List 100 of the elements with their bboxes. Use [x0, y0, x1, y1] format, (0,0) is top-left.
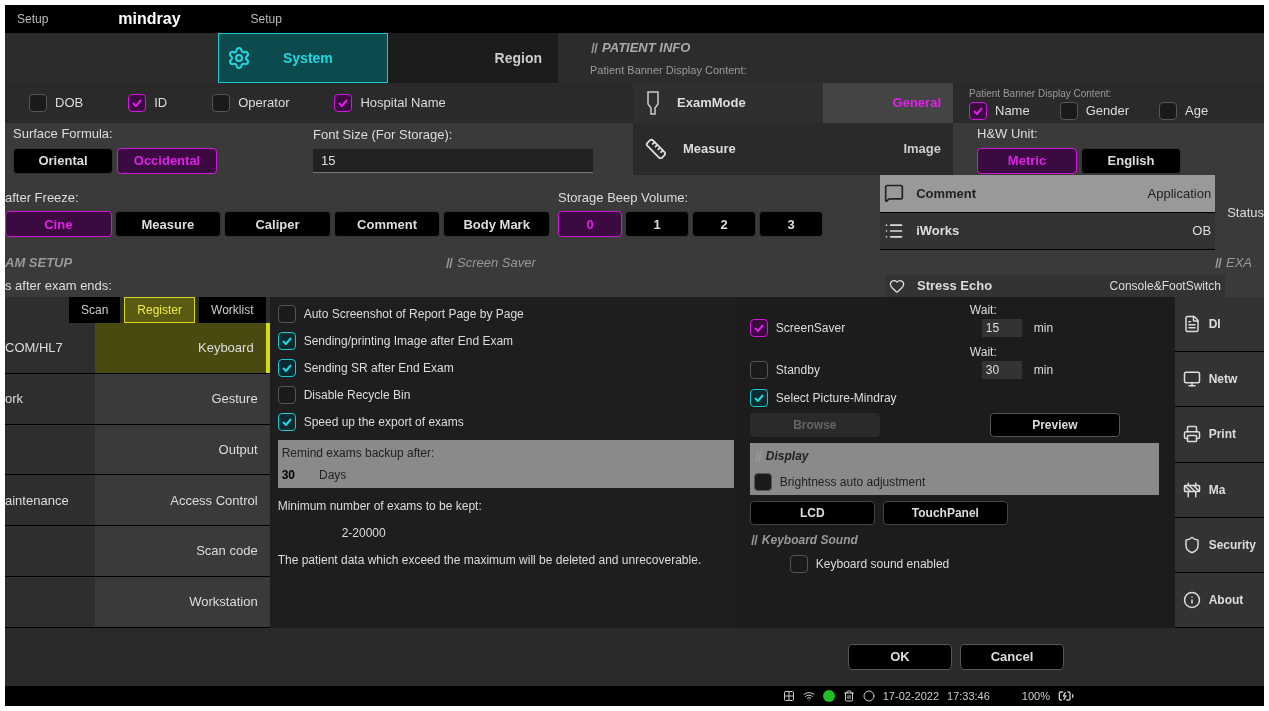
- field-label: Minimum number of exams to be kept:: [277, 498, 483, 515]
- option-button[interactable]: 0: [558, 211, 622, 238]
- heart-icon: [889, 278, 905, 294]
- option-button[interactable]: Cine: [5, 211, 112, 238]
- checkbox[interactable]: [277, 386, 296, 404]
- field-label: s after exam ends:: [5, 277, 113, 296]
- checkbox[interactable]: [1159, 101, 1178, 120]
- sub-tab[interactable]: Register: [124, 297, 196, 323]
- logo: mindray: [118, 9, 181, 29]
- nav-item[interactable]: Keyboard: [95, 323, 270, 373]
- nav-item[interactable]: DI: [1174, 297, 1264, 353]
- number-field[interactable]: 30: [981, 361, 1022, 379]
- printer-icon: [1182, 425, 1201, 444]
- option-button[interactable]: 2: [692, 211, 756, 238]
- field-label: Storage Beep Volume:: [558, 188, 690, 207]
- nav-item[interactable]: Netw: [1174, 352, 1264, 408]
- display-button[interactable]: TouchPanel: [882, 501, 1008, 525]
- top-tab[interactable]: Region: [388, 33, 558, 83]
- option-label: Auto Screenshot of Report Page by Page: [303, 306, 524, 323]
- checkmark-icon: [280, 362, 293, 374]
- option-label: Brightness auto adjustment: [779, 474, 926, 491]
- option-label: Keyboard sound enabled: [815, 556, 950, 573]
- option-label: ID: [154, 94, 168, 113]
- section-heading: Keyboard Sound: [761, 532, 858, 549]
- nav-item[interactable]: Scan code: [95, 526, 270, 577]
- checkbox[interactable]: [277, 359, 296, 377]
- nav-item[interactable]: Print: [1174, 407, 1264, 463]
- nav-item[interactable]: Output: [95, 424, 270, 475]
- option-button[interactable]: Measure: [114, 211, 222, 238]
- checkbox[interactable]: [334, 94, 353, 112]
- checkbox[interactable]: [753, 473, 772, 491]
- footer-button[interactable]: OK: [848, 644, 952, 670]
- option-button[interactable]: Metric: [977, 147, 1077, 174]
- monitor-icon: [1182, 370, 1201, 389]
- field-label: Wait:: [968, 302, 998, 319]
- section-mark-icon: [590, 41, 598, 54]
- option-label: Age: [1185, 101, 1209, 120]
- field-value: 2-20000: [340, 525, 387, 542]
- nav-item[interactable]: Access Control: [95, 475, 270, 526]
- option-button[interactable]: Caliper: [224, 211, 331, 238]
- field-label: Status: [1226, 203, 1264, 222]
- field-label: after Freeze:: [5, 188, 80, 207]
- option-button[interactable]: English: [1081, 147, 1181, 174]
- option-button[interactable]: 1: [625, 211, 689, 238]
- checkbox[interactable]: [969, 101, 987, 120]
- menu-item[interactable]: Stress Echo Console&FootSwitch: [885, 275, 1225, 297]
- sub-tab[interactable]: Scan: [69, 297, 121, 323]
- menu-item[interactable]: iWorks OB: [880, 212, 1216, 250]
- section-heading: AM SETUP: [5, 253, 74, 272]
- page-title: Setup: [250, 11, 282, 28]
- checkbox[interactable]: [29, 94, 47, 112]
- note-text: The patient data which exceed the maximum will be deleted and unrecoverable.: [277, 552, 703, 569]
- option-label: Sending/printing Image after End Exam: [303, 333, 514, 350]
- circle-icon: [862, 690, 875, 702]
- checkbox[interactable]: [1059, 101, 1078, 120]
- checkbox[interactable]: [277, 413, 296, 431]
- nav-item[interactable]: Security: [1174, 517, 1264, 573]
- menu-label: Comment: [916, 184, 977, 203]
- unit-label: Days: [319, 467, 347, 484]
- menu-value: Application: [1147, 184, 1212, 203]
- checkbox[interactable]: [789, 555, 808, 573]
- option-button[interactable]: Occidental: [117, 147, 217, 174]
- option-label: Speed up the export of exams: [303, 414, 464, 431]
- number-field[interactable]: 15: [981, 319, 1022, 337]
- checkbox[interactable]: [128, 94, 147, 112]
- checkbox[interactable]: [749, 361, 768, 379]
- battery-icon: [1058, 688, 1074, 704]
- preview-button[interactable]: Preview: [989, 413, 1120, 437]
- display-button[interactable]: LCD: [749, 501, 875, 525]
- checkbox[interactable]: [277, 332, 296, 350]
- section-heading: Screen Saver: [457, 253, 536, 272]
- option-button[interactable]: Oriental: [13, 147, 113, 174]
- checkbox[interactable]: [212, 94, 231, 112]
- menu-item[interactable]: Comment Application: [880, 175, 1216, 213]
- document-icon: [1182, 315, 1201, 334]
- footer-button[interactable]: Cancel: [960, 644, 1064, 670]
- nav-item[interactable]: Gesture: [95, 373, 270, 424]
- top-tab[interactable]: System: [218, 33, 388, 83]
- preset-tab[interactable]: Image: [803, 123, 953, 175]
- date-text: 17-02-2022: [882, 688, 940, 704]
- nav-item[interactable]: Workstation: [95, 577, 270, 627]
- menu-value: Console&FootSwitch: [1109, 278, 1221, 295]
- section-heading: PATIENT INFO: [602, 39, 691, 57]
- checkbox[interactable]: [749, 319, 768, 337]
- font-size-field[interactable]: 15: [313, 148, 593, 173]
- nav-item[interactable]: Ma: [1174, 462, 1264, 518]
- sub-tab[interactable]: Worklist: [199, 297, 266, 323]
- option-button[interactable]: 3: [759, 211, 823, 238]
- checkmark-icon: [280, 335, 293, 347]
- nav-item[interactable]: ExamMode: [633, 83, 823, 123]
- nav-item[interactable]: Measure: [633, 123, 803, 175]
- option-button[interactable]: Body Mark: [443, 211, 550, 238]
- field-value: 30: [281, 467, 295, 484]
- trash-icon: [842, 690, 855, 702]
- field-label: Remind exams backup after:: [281, 445, 436, 462]
- battery-text: 100%: [1021, 688, 1050, 704]
- checkbox[interactable]: [749, 389, 768, 407]
- option-button[interactable]: Comment: [333, 211, 441, 238]
- shield-icon: [1182, 535, 1201, 554]
- checkbox[interactable]: [277, 305, 296, 323]
